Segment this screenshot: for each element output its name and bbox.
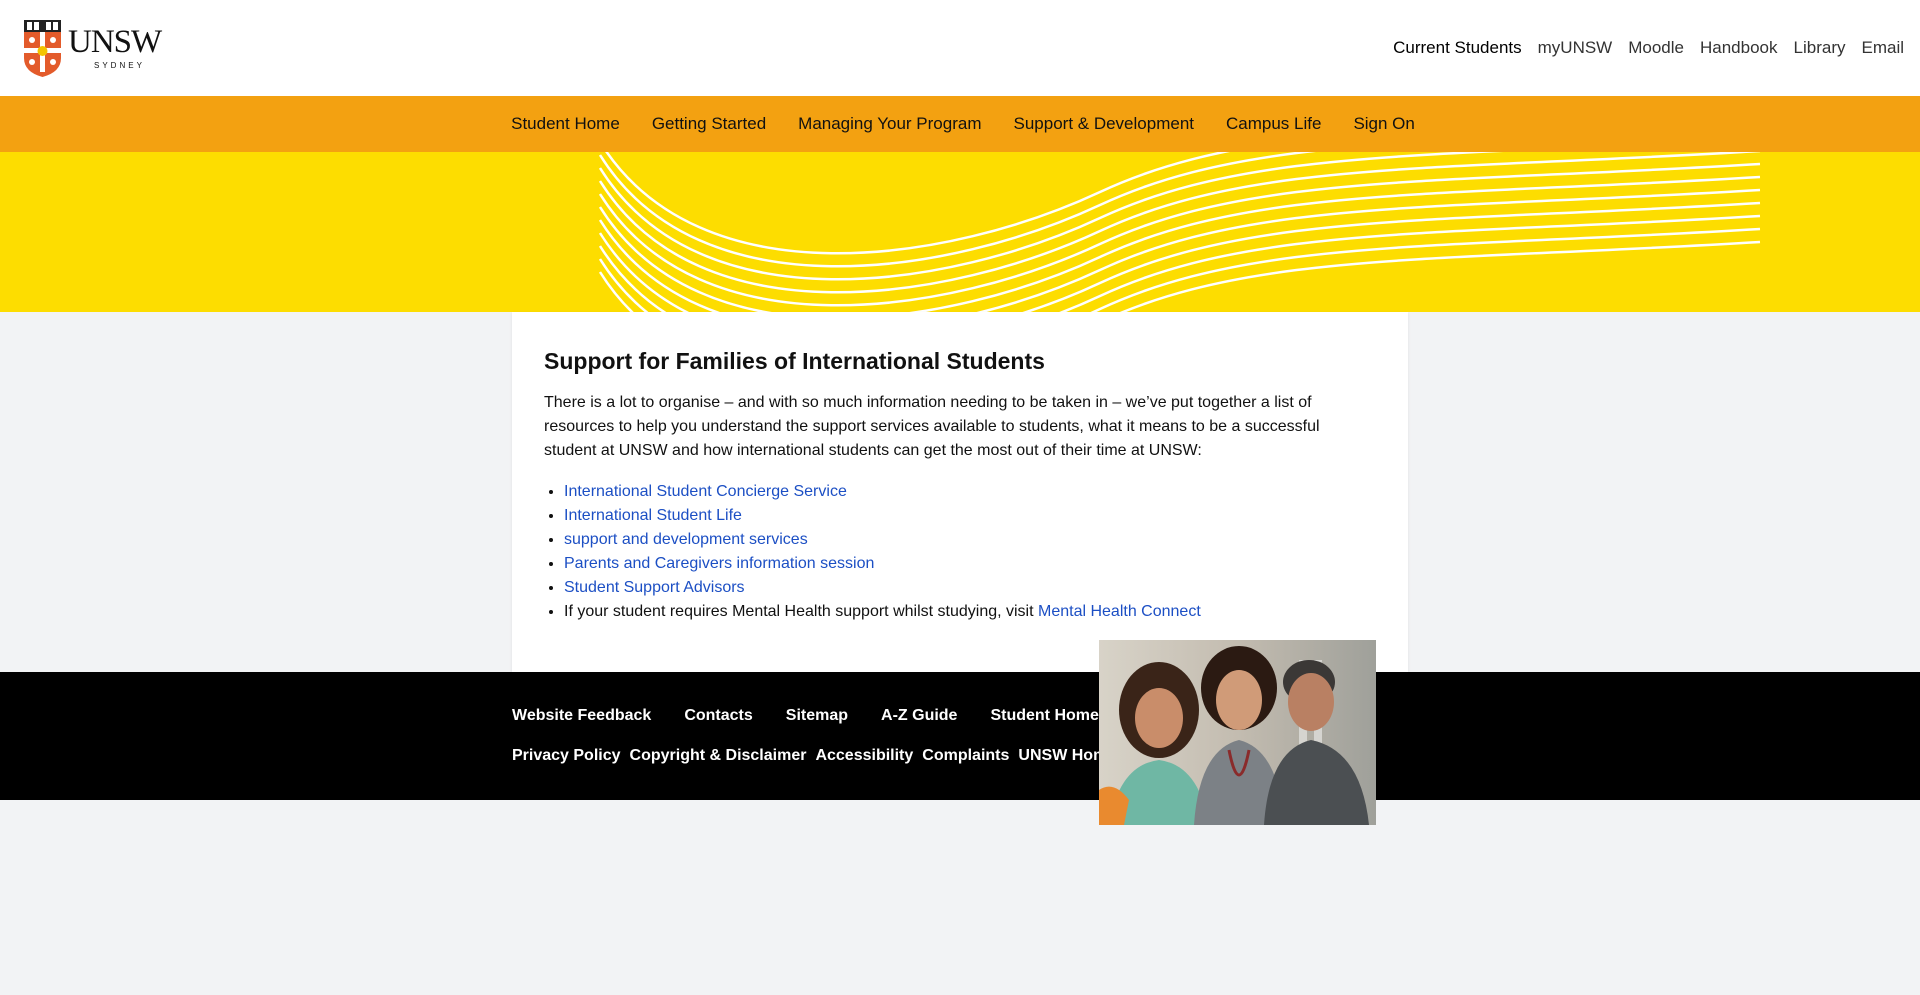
family-photo-illustration bbox=[1099, 640, 1376, 825]
logo-wordmark: UNSW bbox=[68, 24, 162, 60]
nav-campus-life[interactable]: Campus Life bbox=[1226, 114, 1321, 134]
toplink-myunsw[interactable]: myUNSW bbox=[1538, 38, 1613, 58]
nav-getting-started[interactable]: Getting Started bbox=[652, 114, 766, 134]
nav-sign-on[interactable]: Sign On bbox=[1353, 114, 1414, 134]
nav-support-development[interactable]: Support & Development bbox=[1014, 114, 1195, 134]
footer-links-secondary: Privacy Policy Copyright & Disclaimer Ac… bbox=[512, 747, 1125, 765]
link-international-student-life[interactable]: International Student Life bbox=[564, 507, 742, 524]
toplink-moodle[interactable]: Moodle bbox=[1628, 38, 1684, 58]
footer-student-home[interactable]: Student Home bbox=[990, 707, 1098, 725]
footer-website-feedback[interactable]: Website Feedback bbox=[512, 707, 651, 725]
mental-health-text: If your student requires Mental Health s… bbox=[564, 603, 1038, 620]
list-item: International Student Concierge Service bbox=[564, 480, 1201, 504]
wave-line bbox=[598, 214, 1761, 312]
link-concierge-service[interactable]: International Student Concierge Service bbox=[564, 483, 847, 500]
page-title: Support for Families of International St… bbox=[544, 348, 1045, 374]
wave-line bbox=[598, 201, 1761, 312]
link-parents-caregivers-session[interactable]: Parents and Caregivers information sessi… bbox=[564, 555, 874, 572]
content-card: Support for Families of International St… bbox=[512, 312, 1408, 672]
link-student-support-advisors[interactable]: Student Support Advisors bbox=[564, 579, 745, 596]
footer-copyright-disclaimer[interactable]: Copyright & Disclaimer bbox=[630, 747, 807, 765]
toplink-library[interactable]: Library bbox=[1794, 38, 1846, 58]
footer-a-z-guide[interactable]: A-Z Guide bbox=[881, 707, 957, 725]
list-item: Parents and Caregivers information sessi… bbox=[564, 552, 1201, 576]
utility-nav: Current Students myUNSW Moodle Handbook … bbox=[1377, 38, 1904, 58]
footer-contacts[interactable]: Contacts bbox=[684, 707, 752, 725]
list-item: If your student requires Mental Health s… bbox=[564, 600, 1201, 624]
site-footer: Website Feedback Contacts Sitemap A-Z Gu… bbox=[0, 672, 1920, 800]
logo-subtitle: SYDNEY bbox=[94, 61, 145, 70]
list-item: support and development services bbox=[564, 528, 1201, 552]
toplink-current-students[interactable]: Current Students bbox=[1393, 38, 1522, 58]
footer-privacy-policy[interactable]: Privacy Policy bbox=[512, 747, 621, 765]
family-photo bbox=[1099, 640, 1376, 825]
main-nav: Student Home Getting Started Managing Yo… bbox=[0, 96, 1920, 152]
list-item: Student Support Advisors bbox=[564, 576, 1201, 600]
footer-sitemap[interactable]: Sitemap bbox=[786, 707, 848, 725]
link-mental-health-connect[interactable]: Mental Health Connect bbox=[1038, 603, 1201, 620]
unsw-crest-icon bbox=[24, 20, 61, 77]
link-support-development-services[interactable]: support and development services bbox=[564, 531, 808, 548]
unsw-logo[interactable]: UNSW SYDNEY bbox=[24, 20, 162, 80]
list-item: International Student Life bbox=[564, 504, 1201, 528]
footer-accessibility[interactable]: Accessibility bbox=[815, 747, 913, 765]
footer-links-primary: Website Feedback Contacts Sitemap A-Z Gu… bbox=[512, 707, 1132, 725]
footer-complaints[interactable]: Complaints bbox=[922, 747, 1009, 765]
intro-paragraph: There is a lot to organise – and with so… bbox=[544, 394, 1320, 459]
resource-list: International Student Concierge Service … bbox=[544, 480, 1201, 624]
site-header: UNSW SYDNEY Current Students myUNSW Mood… bbox=[0, 0, 1920, 96]
toplink-email[interactable]: Email bbox=[1861, 38, 1904, 58]
wave-pattern bbox=[598, 152, 1761, 312]
nav-managing-your-program[interactable]: Managing Your Program bbox=[798, 114, 981, 134]
hero-banner bbox=[0, 152, 1920, 312]
toplink-handbook[interactable]: Handbook bbox=[1700, 38, 1778, 58]
nav-student-home[interactable]: Student Home bbox=[511, 114, 620, 134]
